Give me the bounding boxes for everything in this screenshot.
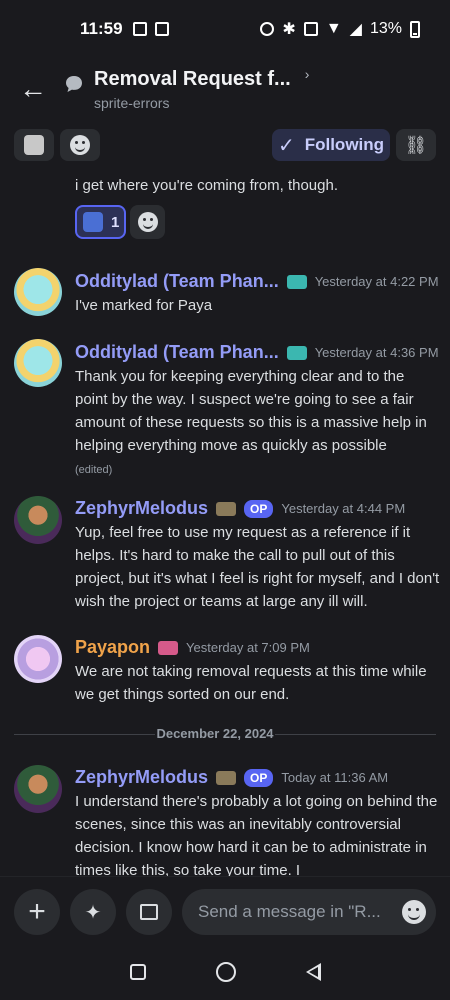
avatar[interactable] [14,268,62,316]
thread-title[interactable]: Removal Request f... [94,68,291,91]
thread-titles[interactable]: Removal Request f... › sprite-errors [94,66,310,111]
wifi-icon: ▼ [325,20,342,37]
message-body: We are not taking removal requests at th… [75,663,427,703]
channel-name: sprite-errors [94,94,170,111]
continuation-text: i get where you're coming from, though. [75,177,338,194]
home-icon[interactable] [215,962,236,982]
signal-icon: ◢ [349,21,362,38]
back-icon[interactable] [305,963,321,981]
battery-icon [410,20,420,38]
apps-button[interactable]: ✦ [70,889,116,935]
op-badge: OP [244,768,274,787]
timestamp: Yesterday at 4:44 PM [281,501,406,516]
username[interactable]: Odditylad (Team Phan... [75,342,279,363]
message-input-wrap[interactable] [182,889,436,935]
message-text: Thank you for keeping everything clear a… [75,368,427,454]
username[interactable]: ZephyrMelodus [75,498,208,519]
reaction-count: 1 [111,213,120,231]
tag-image-icon [24,135,44,155]
emoji-icon [137,212,158,232]
message-list[interactable]: i get where you're coming from, though. … [0,168,450,876]
following-label: Following [304,135,385,154]
back-arrow-icon[interactable]: ← [18,73,48,104]
timestamp: Yesterday at 4:36 PM [314,345,439,360]
op-badge: OP [244,499,274,518]
notification-icon [132,22,147,36]
role-icon [286,345,307,360]
system-nav-bar [0,944,450,1000]
battery-percent: 13% [369,20,402,37]
message-input[interactable] [198,902,388,922]
role-icon [286,274,307,289]
role-icon [216,501,237,516]
recents-icon[interactable] [129,964,146,980]
copy-link-button[interactable]: ⛓ [396,129,436,161]
timestamp: Yesterday at 7:09 PM [186,640,310,655]
date-divider-label: December 22, 2024 [155,726,275,741]
role-icon [216,770,237,785]
reaction-emoji-icon [83,212,103,232]
role-icon [158,640,179,655]
message-body: Thank you for keeping everything clear a… [75,365,440,482]
check-icon: ✓ [277,134,295,157]
chevron-right-icon: › [304,66,310,82]
bluetooth-icon: ✱ [282,21,296,38]
username[interactable]: Payapon [75,637,150,658]
vibrate-icon [303,22,318,36]
following-button[interactable]: ✓ Following [272,129,390,161]
username[interactable]: ZephyrMelodus [75,767,208,788]
add-reaction-button[interactable] [60,129,100,161]
message-body: Yup, feel free to use my request as a re… [75,524,440,610]
avatar[interactable] [14,496,62,544]
timestamp: Yesterday at 4:22 PM [314,274,439,289]
alarm-icon [260,22,275,36]
attach-button[interactable]: + [14,889,60,935]
thread-icon [66,76,82,92]
timestamp: Today at 11:36 AM [281,770,389,785]
apps-icon: ✦ [84,901,102,924]
thread-header: ← Removal Request f... › sprite-errors [0,58,450,120]
username[interactable]: Odditylad (Team Phan... [75,271,279,292]
emoji-icon[interactable] [402,900,426,924]
status-time: 11:59 [80,19,123,38]
avatar[interactable] [14,339,62,387]
avatar[interactable] [14,635,62,683]
avatar[interactable] [14,765,62,813]
thread-toolbar: ✓ Following ⛓ [0,128,450,164]
tag-button[interactable] [14,129,54,161]
link-icon: ⛓ [404,134,428,155]
message-composer: + ✦ [0,876,450,944]
status-bar: 11:59 ✱ ▼ ◢ 13% [0,0,450,58]
edited-label: (edited) [75,464,113,476]
image-icon [154,22,169,36]
gift-icon [140,904,158,920]
gift-button[interactable] [126,889,172,935]
add-reaction-chip[interactable] [130,205,165,239]
emoji-icon [70,135,90,155]
plus-icon: + [28,895,46,928]
message-body: I've marked for Paya [75,297,213,314]
reaction-chip[interactable]: 1 [75,205,126,239]
message-body: I understand there's probably a lot goin… [75,793,438,876]
